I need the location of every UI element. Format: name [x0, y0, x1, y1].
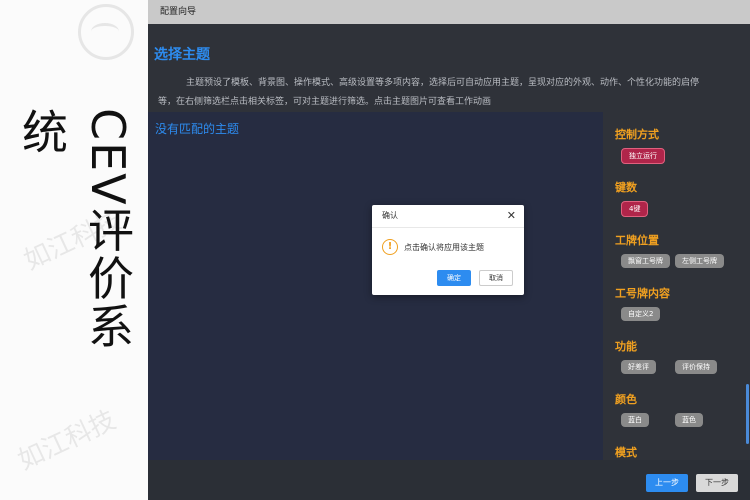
page-description: 主题预设了模板、背景图、操作模式、高级设置等多项内容，选择后可自动应用主题，呈现…: [158, 78, 700, 107]
dialog-title: 确认: [382, 211, 398, 220]
footer: 上一步 下一步: [148, 460, 750, 500]
cancel-button[interactable]: 取消: [479, 270, 513, 286]
filter-title-keys: 键数: [615, 181, 637, 194]
logo-icon: [78, 4, 134, 60]
vertical-title-text: CEV评价系统: [15, 108, 135, 351]
dialog-header: 确认 ✕: [372, 205, 524, 228]
filter-title-badge-position: 工牌位置: [615, 234, 659, 247]
filter-tag-blue[interactable]: 蓝色: [675, 413, 703, 427]
watermark: 如江科技: [13, 405, 121, 477]
warning-icon: !: [382, 239, 398, 255]
filter-tag-left-badge[interactable]: 左侧工号牌: [675, 254, 724, 268]
filter-title-control-mode: 控制方式: [615, 128, 659, 141]
page-title: 选择主题: [154, 47, 210, 63]
filter-tag-review-hold[interactable]: 评价保持: [675, 360, 717, 374]
dialog-message: 点击确认将应用该主题: [404, 243, 484, 252]
vertical-title: CEV评价系统: [15, 108, 135, 398]
filter-tag-custom2[interactable]: 自定义2: [621, 307, 661, 321]
prev-step-button[interactable]: 上一步: [646, 474, 688, 492]
filter-title-mode: 模式: [615, 446, 637, 459]
confirm-button[interactable]: 确定: [437, 270, 471, 286]
filter-panel: 控制方式 独立运行 键数 4键 工牌位置 飘窗工号牌 左侧工号牌 工号牌内容 自…: [603, 112, 750, 460]
filter-tag-blue-white[interactable]: 蓝白: [621, 413, 649, 427]
next-step-button[interactable]: 下一步: [696, 474, 738, 492]
filter-title-function: 功能: [615, 340, 637, 353]
header: 选择主题 主题预设了模板、背景图、操作模式、高级设置等多项内容，选择后可自动应用…: [148, 24, 750, 112]
filter-title-badge-content: 工号牌内容: [615, 287, 670, 300]
empty-message: 没有匹配的主题: [155, 122, 240, 136]
filter-tag-4keys[interactable]: 4键: [621, 201, 649, 217]
filter-tag-good-bad-review[interactable]: 好差评: [621, 360, 656, 374]
close-icon[interactable]: ✕: [507, 205, 516, 227]
filter-tag-standalone[interactable]: 独立运行: [621, 148, 665, 164]
brand-strip: 如江科技 如江科技 CEV评价系统: [0, 0, 148, 500]
filter-title-color: 颜色: [615, 393, 637, 406]
filter-scrollbar[interactable]: [746, 384, 749, 444]
confirm-dialog: 确认 ✕ ! 点击确认将应用该主题 确定 取消: [372, 205, 524, 295]
filter-tag-float-badge[interactable]: 飘窗工号牌: [621, 254, 670, 268]
window-titlebar: 配置向导: [148, 0, 750, 24]
